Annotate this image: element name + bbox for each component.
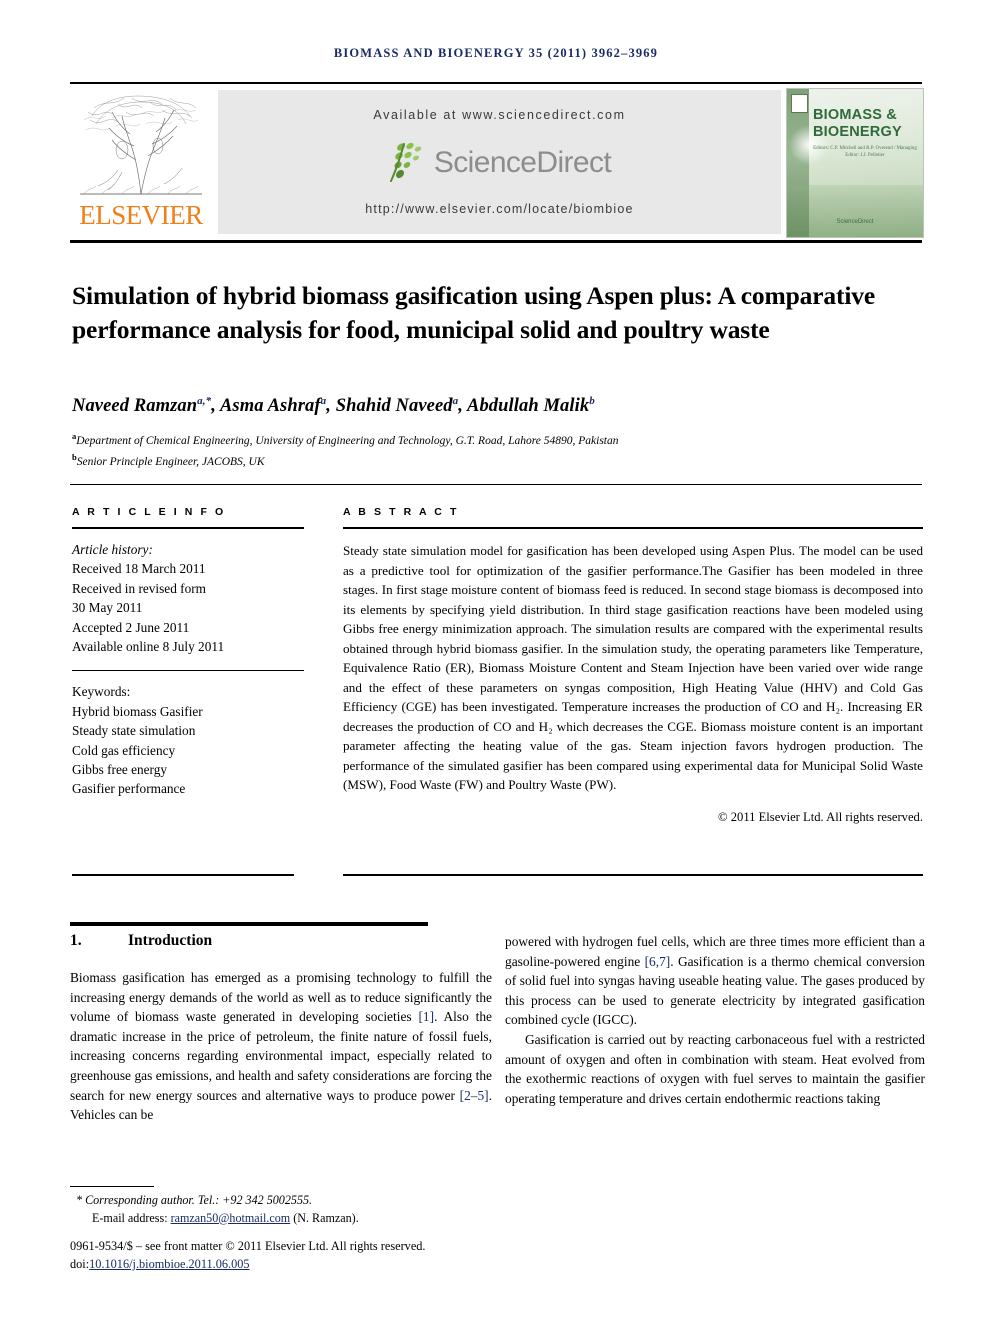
journal-article-page: BIOMASS AND BIOENERGY 35 (2011) 3962–396… <box>0 0 992 1323</box>
paragraph: powered with hydrogen fuel cells, which … <box>505 934 925 1028</box>
masthead-rule-top <box>70 82 922 84</box>
author-name: Shahid Naveed <box>335 396 453 417</box>
available-at-text: Available at www.sciencedirect.com <box>373 108 626 122</box>
history-item: Received 18 March 2011 <box>72 561 206 577</box>
affiliation-item: aDepartment of Chemical Engineering, Uni… <box>72 428 928 449</box>
abstract-text: Steady state simulation model for gasifi… <box>343 543 923 792</box>
article-info-rule <box>72 527 304 529</box>
author-mark: b <box>589 395 595 407</box>
email-note: E-mail address: ramzan50@hotmail.com (N.… <box>70 1210 500 1228</box>
author-mark: a <box>452 395 459 407</box>
keyword-item: Gibbs free energy <box>72 762 168 778</box>
author-name: Naveed Ramzan <box>72 396 198 417</box>
page-title: Simulation of hybrid biomass gasificatio… <box>72 281 876 344</box>
doi-link[interactable]: 10.1016/j.biombioe.2011.06.005 <box>89 1257 249 1271</box>
article-history-label: Article history: <box>72 542 153 557</box>
cover-editors: Editors: C.P. Mitchell and R.P. Overend … <box>813 146 917 158</box>
history-item: Received in revised form <box>72 580 207 596</box>
cover-journal-title: BIOMASS & BIOENERGY <box>813 107 921 141</box>
body-column-right: powered with hydrogen fuel cells, which … <box>505 932 925 1108</box>
author-list: Naveed Ramzana,*, Asma Ashrafa, Shahid N… <box>72 395 595 417</box>
issn-line: 0961-9534/$ – see front matter © 2011 El… <box>70 1239 426 1253</box>
keyword-item: Hybrid biomass Gasifier <box>72 703 203 719</box>
sciencedirect-wordmark: ScienceDirect <box>433 146 612 179</box>
keyword-item: Gasifier performance <box>72 781 186 797</box>
email-link[interactable]: ramzan50@hotmail.com <box>171 1211 291 1225</box>
journal-url: http://www.elsevier.com/locate/biombioe <box>365 202 634 216</box>
cover-grass-image <box>787 185 923 237</box>
running-head: BIOMASS AND BIOENERGY 35 (2011) 3962–396… <box>333 46 659 60</box>
elsevier-wordmark: ELSEVIER <box>79 200 203 230</box>
cover-title-line-1: BIOMASS & <box>813 107 897 123</box>
abstract-heading: A B S T R A C T <box>343 506 459 518</box>
abstract-bottom-rule <box>343 874 923 876</box>
abstract-copyright: © 2011 Elsevier Ltd. All rights reserved… <box>718 809 923 824</box>
sciencedirect-leaf-icon <box>388 140 430 182</box>
paragraph: Biomass gasification has emerged as a pr… <box>70 970 492 1123</box>
cover-title-line-2: BIOENERGY <box>813 124 902 140</box>
paragraph: Gasification is carried out by reacting … <box>505 1031 925 1106</box>
journal-cover-thumbnail: BIOMASS & BIOENERGY Editors: C.P. Mitche… <box>786 88 924 238</box>
keywords-divider <box>72 670 304 672</box>
abstract-column: A B S T R A C T Steady state simulation … <box>343 506 923 825</box>
citation-ref[interactable]: [6,7] <box>645 954 671 969</box>
cover-publisher-logo-icon <box>791 94 808 113</box>
corresponding-author-note: * Corresponding author. Tel.: +92 342 50… <box>76 1193 313 1207</box>
affiliation-item: bSenior Principle Engineer, JACOBS, UK <box>72 449 928 470</box>
info-column-bottom-rule <box>72 874 294 876</box>
section-number: 1. <box>70 932 82 949</box>
cover-sciencedirect-mark: ScienceDirect <box>836 219 874 225</box>
elsevier-logo-block: ELSEVIER <box>70 88 212 236</box>
affiliation-text: Senior Principle Engineer, JACOBS, UK <box>76 456 265 469</box>
article-history: Article history: Received 18 March 2011 … <box>72 540 304 656</box>
keywords-block: Keywords: Hybrid biomass Gasifier Steady… <box>72 682 304 798</box>
history-item: Accepted 2 June 2011 <box>72 619 190 635</box>
elsevier-tree-icon <box>78 90 204 202</box>
author-mark: a <box>320 395 327 407</box>
affiliation-text: Department of Chemical Engineering, Univ… <box>76 434 619 447</box>
citation-ref[interactable]: [1] <box>418 1009 434 1024</box>
doi-line: doi:10.1016/j.biombioe.2011.06.005 <box>70 1256 710 1274</box>
masthead: ELSEVIER Available at www.sciencedirect.… <box>70 88 924 238</box>
history-item: 30 May 2011 <box>72 600 143 616</box>
footnote-block: * Corresponding author. Tel.: +92 342 50… <box>70 1192 500 1227</box>
citation-ref[interactable]: [2–5] <box>460 1088 489 1103</box>
sciencedirect-panel: Available at www.sciencedirect.com Scien… <box>218 90 781 234</box>
affiliation-list: aDepartment of Chemical Engineering, Uni… <box>72 428 928 471</box>
body-column-left: Biomass gasification has emerged as a pr… <box>70 968 492 1125</box>
article-info-column: A R T I C L E I N F O Article history: R… <box>72 506 304 799</box>
footnote-rule <box>70 1186 154 1187</box>
keyword-item: Steady state simulation <box>72 723 196 739</box>
author-name: Asma Ashraf <box>219 396 321 417</box>
section-heading: 1. Introduction <box>70 932 490 950</box>
author-name: Abdullah Malik <box>467 396 590 417</box>
masthead-rule-bottom <box>70 240 922 243</box>
keywords-label: Keywords: <box>72 684 131 700</box>
email-suffix: (N. Ramzan). <box>293 1210 359 1225</box>
email-label: E-mail address: <box>92 1210 168 1225</box>
doi-label: doi: <box>70 1256 90 1271</box>
info-abstract-divider <box>70 484 922 485</box>
issn-copyright-block: 0961-9534/$ – see front matter © 2011 El… <box>70 1238 710 1273</box>
section-title: Introduction <box>128 932 213 949</box>
sciencedirect-logo: ScienceDirect <box>218 142 781 186</box>
abstract-rule <box>343 527 923 529</box>
section-top-rule <box>70 922 428 926</box>
keyword-item: Cold gas efficiency <box>72 742 176 758</box>
author-mark: a,* <box>197 395 212 407</box>
article-info-heading: A R T I C L E I N F O <box>72 506 226 518</box>
history-item: Available online 8 July 2011 <box>72 639 225 655</box>
